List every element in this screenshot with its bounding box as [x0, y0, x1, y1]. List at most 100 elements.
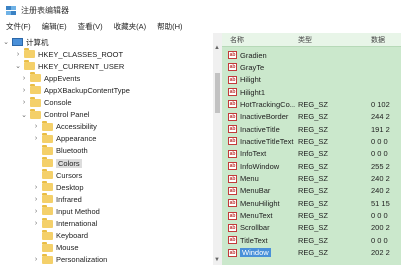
chevron-down-icon[interactable]: ⌄ — [14, 62, 22, 70]
tree-item[interactable]: › Input Method — [32, 205, 100, 217]
folder-icon — [42, 169, 53, 180]
menu-view[interactable]: 查看(V) — [78, 21, 103, 32]
value-type: REG_SZ — [298, 112, 329, 122]
tree-item[interactable]: Mouse — [32, 241, 79, 254]
list-row[interactable]: ab Scrollbar REG_SZ 200 2 — [222, 222, 401, 234]
tree-item-label: 计算机 — [26, 37, 49, 47]
chevron-right-icon[interactable]: › — [32, 208, 40, 215]
tree-item[interactable]: Cursors — [32, 169, 82, 181]
list-row[interactable]: ab Menu REG_SZ 240 2 — [222, 173, 401, 185]
chevron-right-icon[interactable]: › — [32, 196, 40, 203]
folder-icon — [42, 144, 53, 155]
tree-item-label: Accessibility — [56, 122, 97, 132]
chevron-right-icon[interactable]: › — [32, 184, 40, 191]
value-name: MenuBar — [240, 186, 271, 196]
value-type: REG_SZ — [298, 136, 329, 146]
tree-item[interactable]: › HKEY_CLASSES_ROOT — [14, 48, 123, 60]
chevron-right-icon[interactable]: › — [32, 135, 40, 142]
string-value-icon: ab — [228, 137, 237, 146]
scroll-thumb[interactable] — [215, 73, 220, 113]
value-name: Hilight — [240, 75, 261, 85]
list-row[interactable]: ab InactiveTitleText REG_SZ 0 0 0 — [222, 135, 401, 147]
value-name: InactiveBorder — [240, 112, 289, 122]
tree-item[interactable]: Colors — [32, 157, 82, 169]
string-value-icon: ab — [228, 112, 237, 121]
list-row[interactable]: ab Window REG_SZ 202 2 — [222, 247, 401, 259]
list-row[interactable]: ab TitleText REG_SZ 0 0 0 — [222, 234, 401, 246]
chevron-down-icon[interactable]: ⌄ — [2, 38, 10, 46]
folder-icon — [42, 193, 53, 204]
list-row[interactable]: ab InfoText REG_SZ 0 0 0 — [222, 148, 401, 160]
tree-item-label: International — [56, 219, 98, 228]
value-type: REG_SZ — [298, 149, 329, 159]
scroll-up-icon[interactable]: ▲ — [214, 45, 220, 51]
string-value-icon: ab — [228, 100, 237, 109]
value-data: 0 0 0 — [371, 149, 388, 159]
tree-item[interactable]: Keyboard — [32, 229, 88, 242]
chevron-right-icon[interactable]: › — [20, 75, 28, 82]
regedit-app-icon — [6, 5, 16, 15]
value-name: InfoWindow — [240, 161, 280, 171]
menu-edit[interactable]: 编辑(E) — [42, 21, 67, 32]
value-data: 191 2 — [371, 124, 390, 134]
folder-icon — [42, 181, 53, 192]
string-value-icon: ab — [228, 75, 237, 84]
tree-item[interactable]: › AppXBackupContentType — [20, 84, 130, 96]
string-value-icon: ab — [228, 174, 237, 183]
chevron-right-icon[interactable]: › — [32, 123, 40, 130]
tree-item[interactable]: › International — [32, 217, 98, 230]
value-name: GrayTe — [240, 62, 265, 72]
menu-file[interactable]: 文件(F) — [6, 21, 31, 32]
chevron-down-icon[interactable]: ⌄ — [20, 111, 28, 119]
tree-item[interactable]: › AppEvents — [20, 72, 80, 84]
window-title: 注册表编辑器 — [21, 5, 69, 15]
tree-item[interactable]: › Accessibility — [32, 120, 97, 133]
folder-icon — [30, 96, 41, 107]
scroll-down-icon[interactable]: ▼ — [214, 257, 220, 263]
menu-help[interactable]: 帮助(H) — [157, 21, 182, 32]
list-row[interactable]: ab Hilight1 — [222, 86, 401, 98]
tree-item[interactable]: › Console — [20, 96, 72, 109]
string-value-icon: ab — [228, 88, 237, 97]
list-row[interactable]: ab GrayTe — [222, 61, 401, 73]
list-row[interactable]: ab HotTrackingCo... REG_SZ 0 102 — [222, 98, 401, 110]
chevron-right-icon[interactable]: › — [20, 99, 28, 106]
header-type[interactable]: 类型 — [298, 35, 312, 45]
chevron-right-icon[interactable]: › — [14, 51, 22, 58]
header-name[interactable]: 名称 — [230, 35, 244, 45]
tree-item[interactable]: › Desktop — [32, 181, 84, 193]
tree-item-label: HKEY_CLASSES_ROOT — [38, 49, 124, 59]
list-row[interactable]: ab Gradien — [222, 49, 401, 61]
chevron-right-icon[interactable]: › — [32, 256, 40, 263]
tree-item-label: Appearance — [56, 134, 97, 144]
list-row[interactable]: ab MenuText REG_SZ 0 0 0 — [222, 210, 401, 222]
chevron-right-icon[interactable]: › — [20, 87, 28, 94]
tree-item[interactable]: ⌄ HKEY_CURRENT_USER — [14, 60, 124, 72]
string-value-icon: ab — [228, 236, 237, 245]
tree-scrollbar[interactable]: ▲ ▼ — [213, 33, 222, 265]
menu-favorites[interactable]: 收藏夹(A) — [114, 21, 147, 32]
tree-item[interactable]: › Personalization — [32, 253, 107, 265]
value-data: 240 2 — [371, 174, 390, 183]
value-type: REG_SZ — [298, 211, 329, 221]
tree-item-label: Desktop — [56, 182, 84, 192]
list-row[interactable]: ab InfoWindow REG_SZ 255 2 — [222, 160, 401, 172]
header-data[interactable]: 数据 — [371, 35, 385, 45]
value-type: REG_SZ — [298, 161, 329, 171]
tree-item[interactable]: › Appearance — [32, 132, 97, 145]
list-row[interactable]: ab InactiveBorder REG_SZ 244 2 — [222, 111, 401, 123]
list-row[interactable]: ab InactiveTitle REG_SZ 191 2 — [222, 123, 401, 135]
tree-item[interactable]: ⌄ Control Panel — [20, 108, 89, 121]
list-row[interactable]: ab Hilight — [222, 74, 401, 86]
folder-icon — [30, 72, 41, 83]
tree-item[interactable]: Bluetooth — [32, 144, 88, 157]
list-header: 名称 类型 数据 — [222, 33, 401, 47]
list-row[interactable]: ab MenuBar REG_SZ 240 2 — [222, 185, 401, 197]
tree-item[interactable]: ⌄ 计算机 — [2, 36, 49, 48]
value-type: REG_SZ — [298, 235, 329, 245]
tree-item-label: Input Method — [56, 206, 100, 216]
list-row[interactable]: ab MenuHilight REG_SZ 51 15 — [222, 197, 401, 209]
value-name: InfoText — [240, 149, 267, 159]
chevron-right-icon[interactable]: › — [32, 220, 40, 227]
tree-item[interactable]: › Infrared — [32, 193, 82, 205]
